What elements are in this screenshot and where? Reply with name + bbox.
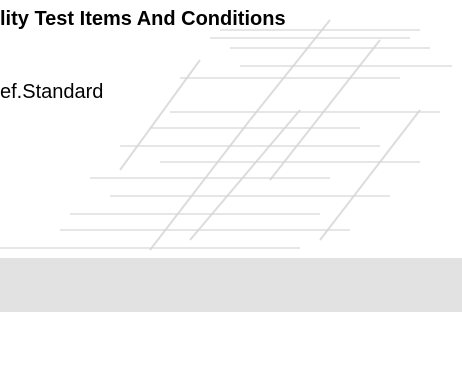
reference-standard-label: ef.Standard [0, 81, 104, 103]
section-title: lity Test Items And Conditions [0, 8, 286, 30]
bottom-section [0, 312, 462, 391]
document-page: lity Test Items And Conditions ef.Standa… [0, 0, 462, 391]
